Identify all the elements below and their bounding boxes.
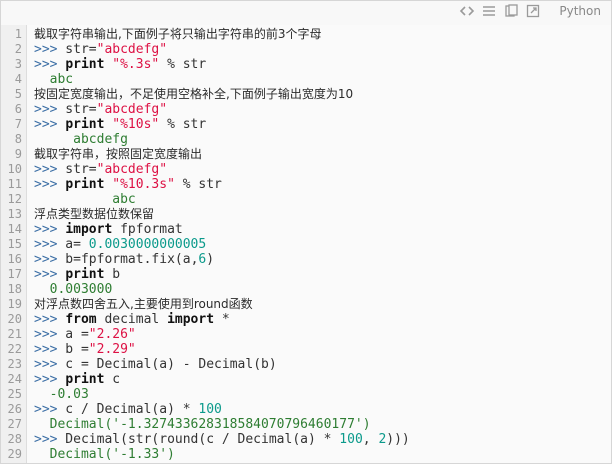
code-line: 19 对浮点数四舍五入,主要使用到round函数 xyxy=(1,297,611,312)
line-number: 6 xyxy=(14,102,22,116)
line-content: 浮点类型数据位数保留 xyxy=(34,207,155,221)
code-icon[interactable] xyxy=(459,3,475,19)
code-line: 9 截取字符串，按照固定宽度输出 xyxy=(1,147,611,162)
line-number: 4 xyxy=(14,72,22,86)
line-content: abc xyxy=(34,192,136,207)
line-content: >>> a= 0.0030000000005 xyxy=(34,237,207,252)
code-block: Python 1 截取字符串输出,下面例子将只输出字符串的前3个字母 2 >>> st… xyxy=(0,0,612,464)
code-line: 4 abc xyxy=(1,72,611,87)
code-line: 29 Decimal('-1.33') xyxy=(1,447,611,462)
code-line: 24 >>> print c xyxy=(1,372,611,387)
line-content: >>> a ="2.26" xyxy=(34,327,136,342)
code-line: 28 >>> Decimal(str(round(c / Decimal(a) *… xyxy=(1,432,611,447)
code-line: 16 >>> b=fpformat.fix(a,6) xyxy=(1,252,611,267)
line-number: 23 xyxy=(7,357,22,371)
line-content: >>> print b xyxy=(34,267,121,282)
line-number: 7 xyxy=(14,117,22,131)
code-line: 27 Decimal('-1.3274336283185840707964601… xyxy=(1,417,611,432)
code-line: 8 abcdefg xyxy=(1,132,611,147)
line-content: abc xyxy=(34,72,74,87)
line-number: 26 xyxy=(7,402,22,416)
code-line: 13 浮点类型数据位数保留 xyxy=(1,207,611,222)
line-content: >>> c = Decimal(a) - Decimal(b) xyxy=(34,357,277,372)
line-number: 5 xyxy=(14,87,22,101)
line-number: 15 xyxy=(7,237,22,251)
line-content: >>> print "%10s" % str xyxy=(34,117,207,132)
line-number: 25 xyxy=(7,387,22,401)
line-number: 1 xyxy=(14,27,22,41)
code-line: 14 >>> import fpformat xyxy=(1,222,611,237)
code-line: 17 >>> print b xyxy=(1,267,611,282)
line-number: 20 xyxy=(7,312,22,326)
line-number: 21 xyxy=(7,327,22,341)
line-number: 29 xyxy=(7,447,22,461)
line-content: 对浮点数四舍五入,主要使用到round函数 xyxy=(34,297,253,311)
code-line: 22 >>> b ="2.29" xyxy=(1,342,611,357)
code-line: 10 >>> str="abcdefg" xyxy=(1,162,611,177)
line-content: >>> c / Decimal(a) * 100 xyxy=(34,402,222,417)
line-content: >>> from decimal import * xyxy=(34,312,230,327)
line-number: 13 xyxy=(7,207,22,221)
line-number: 9 xyxy=(14,147,22,161)
line-number: 11 xyxy=(7,177,22,191)
code-lines: 1 截取字符串输出,下面例子将只输出字符串的前3个字母 2 >>> str="abcd… xyxy=(1,27,611,462)
line-content: >>> str="abcdefg" xyxy=(34,162,168,177)
code-line: 18 0.003000 xyxy=(1,282,611,297)
line-content: 截取字符串，按照固定宽度输出 xyxy=(34,147,203,161)
code-line: 15 >>> a= 0.0030000000005 xyxy=(1,237,611,252)
line-content: >>> import fpformat xyxy=(34,222,183,237)
line-number: 14 xyxy=(7,222,22,236)
line-content: >>> b ="2.29" xyxy=(34,342,136,357)
line-number: 28 xyxy=(7,432,22,446)
code-line: 11 >>> print "%10.3s" % str xyxy=(1,177,611,192)
line-content: >>> print "%10.3s" % str xyxy=(34,177,222,192)
line-number: 27 xyxy=(7,417,22,431)
line-number: 18 xyxy=(7,282,22,296)
code-line: 7 >>> print "%10s" % str xyxy=(1,117,611,132)
line-content: Decimal('-1.33') xyxy=(34,447,175,462)
code-line: 1 截取字符串输出,下面例子将只输出字符串的前3个字母 xyxy=(1,27,611,42)
line-number: 17 xyxy=(7,267,22,281)
external-icon[interactable] xyxy=(525,3,541,19)
line-number: 10 xyxy=(7,162,22,176)
line-content: >>> str="abcdefg" xyxy=(34,102,168,117)
line-content: abcdefg xyxy=(34,132,128,147)
line-content: 截取字符串输出,下面例子将只输出字符串的前3个字母 xyxy=(34,27,322,41)
line-content: >>> Decimal(str(round(c / Decimal(a) * 1… xyxy=(34,432,410,447)
line-number: 12 xyxy=(7,192,22,206)
line-content: Decimal('-1.327433628318584070796460177'… xyxy=(34,417,371,432)
code-line: 6 >>> str="abcdefg" xyxy=(1,102,611,117)
line-number: 3 xyxy=(14,57,22,71)
code-line: 25 -0.03 xyxy=(1,387,611,402)
code-line: 26 >>> c / Decimal(a) * 100 xyxy=(1,402,611,417)
list-icon[interactable] xyxy=(481,3,497,19)
code-line: 23 >>> c = Decimal(a) - Decimal(b) xyxy=(1,357,611,372)
code-line: 5 按固定宽度输出，不足使用空格补全,下面例子输出宽度为10 xyxy=(1,87,611,102)
code-line: 20 >>> from decimal import * xyxy=(1,312,611,327)
code-line: 21 >>> a ="2.26" xyxy=(1,327,611,342)
code-line: 2 >>> str="abcdefg" xyxy=(1,42,611,57)
code-line: 12 abc xyxy=(1,192,611,207)
line-content: >>> str="abcdefg" xyxy=(34,42,168,57)
code-line: 3 >>> print "%.3s" % str xyxy=(1,57,611,72)
line-number: 24 xyxy=(7,372,22,386)
line-number: 22 xyxy=(7,342,22,356)
line-content: 0.003000 xyxy=(34,282,113,297)
toolbar-icons xyxy=(459,3,541,19)
line-number: 16 xyxy=(7,252,22,266)
line-content: 按固定宽度输出，不足使用空格补全,下面例子输出宽度为10 xyxy=(34,87,354,101)
line-number: 2 xyxy=(14,42,22,56)
line-content: >>> b=fpformat.fix(a,6) xyxy=(34,252,215,267)
language-label: Python xyxy=(559,4,601,18)
line-number: 8 xyxy=(14,132,22,146)
line-content: -0.03 xyxy=(34,387,89,402)
code-area: 1 截取字符串输出,下面例子将只输出字符串的前3个字母 2 >>> str="abcd… xyxy=(1,25,611,463)
line-content: >>> print c xyxy=(34,372,121,387)
line-number: 19 xyxy=(7,297,22,311)
copy-icon[interactable] xyxy=(503,3,519,19)
code-toolbar: Python xyxy=(1,1,611,25)
line-content: >>> print "%.3s" % str xyxy=(34,57,207,72)
